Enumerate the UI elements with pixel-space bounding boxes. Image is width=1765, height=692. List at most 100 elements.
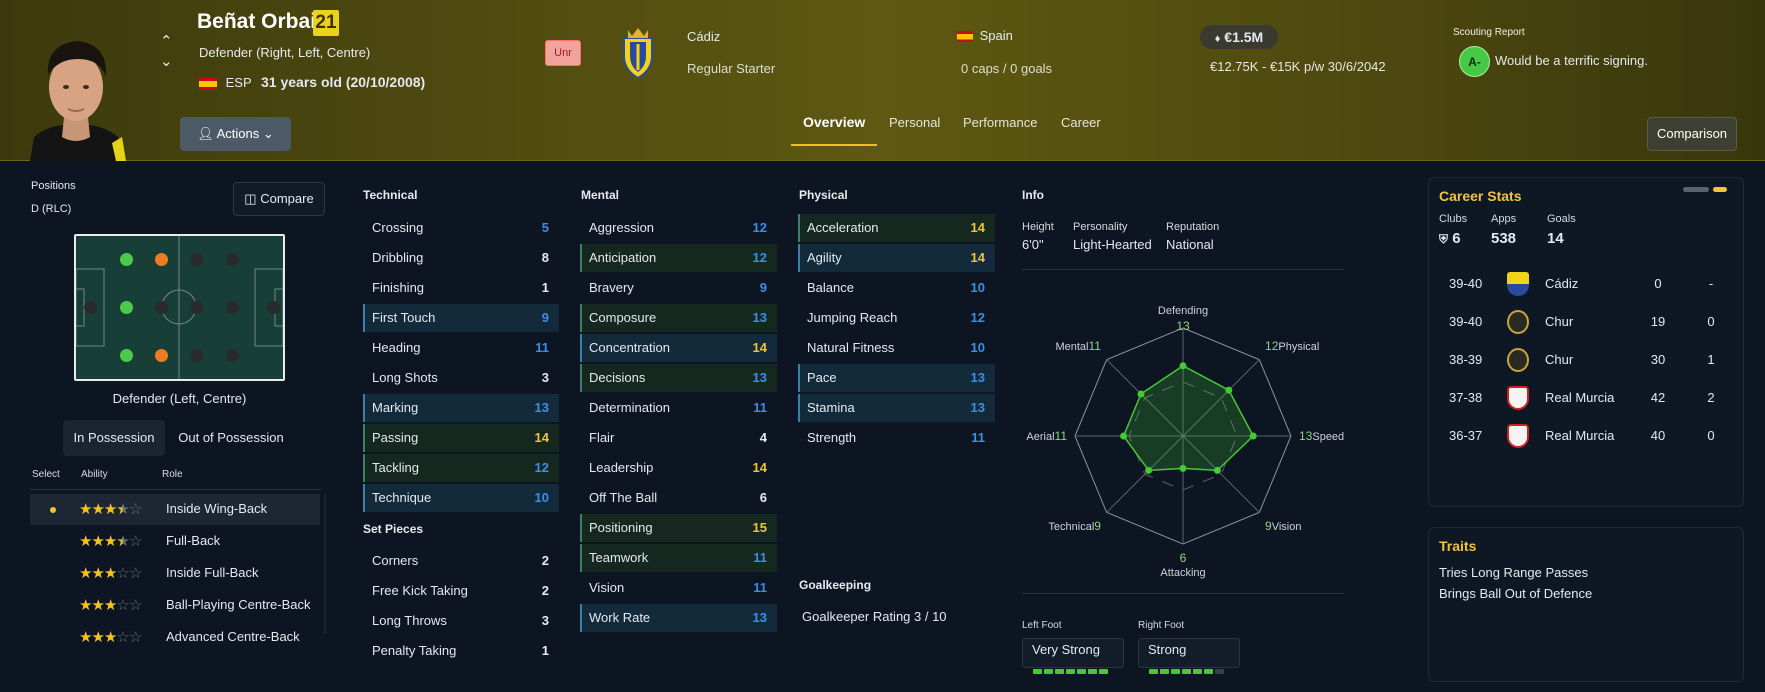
attribute-row[interactable]: Finishing 1 [363,274,559,302]
highlight-bar [798,364,800,392]
attribute-row[interactable]: Marking 13 [363,394,559,422]
pitch-caption: Defender (Left, Centre) [112,391,247,406]
attribute-row[interactable]: Determination 11 [580,394,777,422]
radar-point [1179,464,1187,472]
attribute-name: Anticipation [589,250,657,265]
active-tab-indicator [791,144,877,146]
star-icon: ★ [79,565,92,582]
attribute-name: Leadership [589,460,654,475]
height-value: 6'0" [1022,237,1044,252]
shield-icon: ⛨ [1439,232,1449,246]
club-name[interactable]: Cádiz [687,29,720,44]
career-row[interactable]: 38-39 Chur 30 1 [1429,344,1743,378]
attribute-row[interactable]: Flair 4 [580,424,777,452]
attribute-row[interactable]: Penalty Taking 1 [363,637,559,665]
attribute-row[interactable]: Tackling 12 [363,454,559,482]
career-row[interactable]: 39-40 Chur 19 0 [1429,306,1743,340]
attribute-row[interactable]: Passing 14 [363,424,559,452]
attribute-row[interactable]: Crossing 5 [363,214,559,242]
attribute-row[interactable]: Work Rate 13 [580,604,777,632]
attribute-row[interactable]: Off The Ball 6 [580,484,777,512]
attribute-row[interactable]: Vision 11 [580,574,777,602]
foot-level-segment [1055,669,1064,674]
attribute-row[interactable]: Leadership 14 [580,454,777,482]
attribute-row[interactable]: Concentration 14 [580,334,777,362]
attribute-value: 13 [970,370,985,385]
pitch-slot-dr [120,349,133,362]
role-row[interactable]: ★★★☆☆ Inside Full-Back [30,558,320,589]
attribute-row[interactable]: Pace 13 [798,364,995,392]
star-icon: ☆ [116,597,129,614]
season: 36-37 [1449,428,1483,443]
attribute-row[interactable]: Acceleration 14 [798,214,995,242]
attribute-row[interactable]: Aggression 12 [580,214,777,242]
career-row[interactable]: 37-38 Real Murcia 42 2 [1429,382,1743,416]
attribute-name: Technique [372,490,432,505]
left-foot-value: Very Strong [1032,642,1100,657]
club-crest-icon [1507,310,1529,334]
attribute-row[interactable]: Long Throws 3 [363,607,559,635]
attribute-row[interactable]: Stamina 13 [798,394,995,422]
attribute-value: 11 [535,340,549,355]
attribute-row[interactable]: Heading 11 [363,334,559,362]
comparison-button[interactable]: Comparison [1647,117,1737,151]
career-stats-title: Career Stats [1439,188,1522,204]
attribute-name: Long Shots [372,370,438,385]
attribute-row[interactable]: Strength 11 [798,424,995,452]
tab-career[interactable]: Career [1061,115,1101,130]
status-badge[interactable]: Unr [545,40,581,66]
role-row[interactable]: ★★★★☆ Full-Back [30,526,320,557]
attribute-row[interactable]: Teamwork 11 [580,544,777,572]
role-stars: ★★★☆☆ [79,564,142,582]
role-row[interactable]: ★★★★☆ Inside Wing-Back [30,494,320,525]
star-icon: ★ [91,565,104,582]
attribute-value: 1 [541,643,549,658]
tab-overview[interactable]: Overview [803,114,865,130]
previous-player-chevron-icon[interactable]: ⌃ [160,32,173,50]
tab-in-possession[interactable]: In Possession [63,420,165,456]
attribute-value: 9 [759,280,767,295]
attribute-value: 2 [541,553,549,568]
star-icon: ☆ [128,597,142,614]
attribute-value: 14 [970,250,985,265]
attribute-row[interactable]: Bravery 9 [580,274,777,302]
star-icon: ★ [116,501,129,518]
page-indicator-2[interactable] [1713,187,1727,192]
attribute-row[interactable]: Balance 10 [798,274,995,302]
attribute-row[interactable]: Anticipation 12 [580,244,777,272]
attribute-row[interactable]: Composure 13 [580,304,777,332]
tab-out-of-possession[interactable]: Out of Possession [169,420,293,456]
foot-level-segment [1171,669,1180,674]
career-row[interactable]: 36-37 Real Murcia 40 0 [1429,420,1743,454]
next-player-chevron-icon[interactable]: ⌄ [160,52,173,70]
actions-button[interactable]: 👤︎ Actions ⌄ [180,117,291,151]
scouting-report-text: Would be a terrific signing. [1495,53,1648,68]
attribute-row[interactable]: Natural Fitness 10 [798,334,995,362]
attribute-row[interactable]: Decisions 13 [580,364,777,392]
attribute-row[interactable]: Technique 10 [363,484,559,512]
star-icon: ★ [103,597,117,614]
attribute-row[interactable]: Free Kick Taking 2 [363,577,559,605]
attribute-row[interactable]: Jumping Reach 12 [798,304,995,332]
attribute-row[interactable]: Positioning 15 [580,514,777,542]
attribute-row[interactable]: Agility 14 [798,244,995,272]
pitch-markings [76,236,283,379]
role-row[interactable]: ★★★☆☆ Ball-Playing Centre-Back [30,590,320,621]
attribute-row[interactable]: First Touch 9 [363,304,559,332]
tab-personal[interactable]: Personal [889,115,940,130]
reputation-label: Reputation [1166,221,1220,233]
club-crest-icon[interactable] [620,26,656,78]
compare-button[interactable]: ◫ Compare [233,182,325,216]
roles-scrollbar[interactable] [324,494,326,634]
attribute-row[interactable]: Long Shots 3 [363,364,559,392]
attribute-row[interactable]: Corners 2 [363,547,559,575]
attribute-row[interactable]: Dribbling 8 [363,244,559,272]
left-foot-box: Very Strong [1022,638,1124,674]
actions-label: Actions [216,126,260,141]
attribute-value: 14 [534,430,549,445]
tab-performance[interactable]: Performance [963,115,1037,130]
role-row[interactable]: ★★★☆☆ Advanced Centre-Back [30,622,320,653]
highlight-bar [363,394,365,422]
career-row[interactable]: 39-40 Cádiz 0 - [1429,268,1743,302]
page-indicator-1[interactable] [1683,187,1709,192]
